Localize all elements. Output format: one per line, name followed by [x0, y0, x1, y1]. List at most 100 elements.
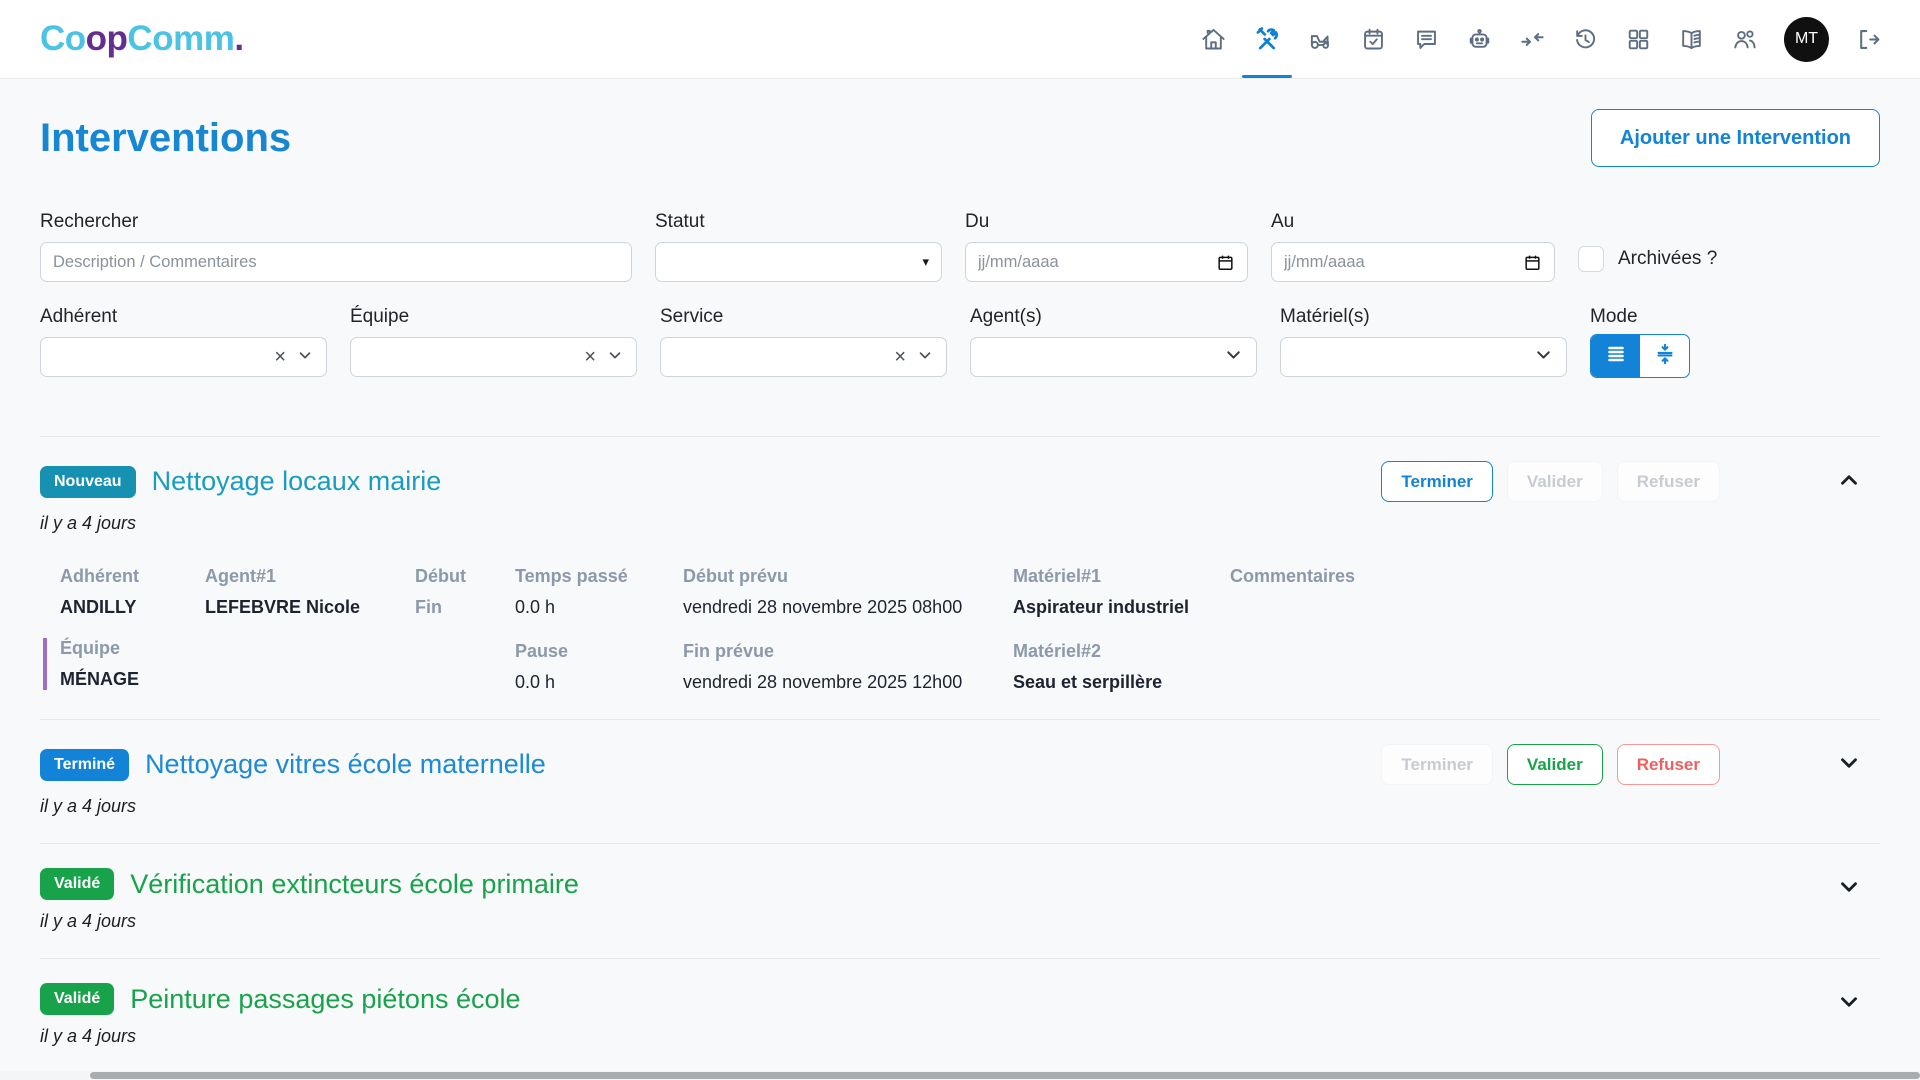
- nav-planning[interactable]: [1360, 0, 1387, 78]
- fin-prevue-label: Fin prévue: [683, 641, 1013, 662]
- refuser-button[interactable]: Refuser: [1617, 744, 1720, 785]
- intervention-age: il y a 4 jours: [40, 1026, 1880, 1047]
- chevron-down-icon: [296, 346, 314, 369]
- nav-logout[interactable]: [1855, 0, 1882, 78]
- nav-profile[interactable]: MT: [1784, 0, 1829, 78]
- intervention-title[interactable]: Nettoyage locaux mairie: [152, 466, 442, 497]
- chevron-down-icon[interactable]: [1836, 750, 1862, 781]
- au-date-input[interactable]: [1284, 243, 1523, 281]
- tools-icon: [1253, 25, 1281, 53]
- details-col-debut-fin: Début Fin: [415, 566, 515, 618]
- terminer-button: Terminer: [1381, 744, 1493, 785]
- nav-messages[interactable]: [1413, 0, 1440, 78]
- agents-select[interactable]: [970, 337, 1257, 377]
- chevron-up-icon[interactable]: [1836, 467, 1862, 498]
- intervention-title[interactable]: Peinture passages piétons école: [130, 984, 520, 1015]
- materiel2-value: Seau et serpillère: [1013, 672, 1230, 693]
- temps-passe-value: 0.0 h: [515, 597, 683, 618]
- filter-adherent: Adhérent ×: [40, 306, 327, 378]
- fin-label: Fin: [415, 597, 515, 618]
- materiel1-label: Matériel#1: [1013, 566, 1230, 587]
- page-head: Interventions Ajouter une Intervention: [40, 109, 1880, 167]
- intervention-card: Validé Vérification extincteurs école pr…: [40, 844, 1880, 959]
- nav-modules[interactable]: [1625, 0, 1652, 78]
- chevron-down-icon[interactable]: [1836, 989, 1862, 1020]
- filter-materiels: Matériel(s): [1280, 306, 1567, 378]
- calendar-icon[interactable]: [1523, 253, 1542, 272]
- chevron-down-icon: [1223, 344, 1244, 370]
- adherent-select[interactable]: ×: [40, 337, 327, 377]
- pause-value: 0.0 h: [515, 672, 683, 693]
- calendar-check-icon: [1360, 26, 1387, 53]
- top-header: CoopComm.: [0, 0, 1920, 79]
- chat-icon: [1413, 26, 1440, 53]
- logo-part-3: Comm: [127, 19, 234, 58]
- service-label: Service: [660, 306, 947, 328]
- equipe-select[interactable]: ×: [350, 337, 637, 377]
- statut-label: Statut: [655, 211, 942, 233]
- filter-equipe: Équipe ×: [350, 306, 637, 378]
- status-badge: Validé: [40, 983, 114, 1015]
- search-input[interactable]: [53, 243, 619, 281]
- adherent-detail-label: Adhérent: [60, 566, 205, 587]
- equipe-detail-label: Équipe: [60, 638, 205, 659]
- agent1-label: Agent#1: [205, 566, 415, 587]
- intervention-details: Adhérent ANDILLY Équipe MÉNAGE Agent#1 L…: [40, 566, 1880, 693]
- clear-icon[interactable]: ×: [894, 347, 906, 367]
- nav-interventions[interactable]: [1253, 0, 1281, 78]
- chevron-down-icon: [606, 346, 624, 369]
- horizontal-scrollbar[interactable]: [0, 1071, 1920, 1080]
- nav-documentation[interactable]: [1678, 0, 1705, 78]
- intervention-age: il y a 4 jours: [40, 911, 1880, 932]
- history-icon: [1572, 26, 1599, 53]
- nav-home[interactable]: [1200, 0, 1227, 78]
- debut-prevu-label: Début prévu: [683, 566, 1013, 587]
- valider-button[interactable]: Valider: [1507, 744, 1603, 785]
- agents-label: Agent(s): [970, 306, 1257, 328]
- archivees-label: Archivées ?: [1618, 248, 1717, 270]
- nav-vehicles[interactable]: [1307, 0, 1334, 78]
- details-col-materiel: Matériel#1 Aspirateur industriel Matérie…: [1013, 566, 1230, 693]
- debut-label: Début: [415, 566, 515, 587]
- filters-panel: Rechercher Statut ▾ Du Au: [40, 211, 1880, 378]
- logo-part-2: op: [86, 19, 128, 58]
- scrollbar-thumb[interactable]: [90, 1072, 1920, 1079]
- nav-assistant[interactable]: [1466, 0, 1493, 78]
- chevron-down-icon[interactable]: [1836, 874, 1862, 905]
- au-date-input-wrap: [1271, 242, 1555, 282]
- app-logo[interactable]: CoopComm.: [40, 19, 244, 59]
- service-select[interactable]: ×: [660, 337, 947, 377]
- add-intervention-button[interactable]: Ajouter une Intervention: [1591, 109, 1880, 167]
- clear-icon[interactable]: ×: [584, 347, 596, 367]
- intervention-title[interactable]: Vérification extincteurs école primaire: [130, 869, 579, 900]
- nav-members[interactable]: [1731, 0, 1758, 78]
- list-icon: [1604, 342, 1628, 371]
- avatar[interactable]: MT: [1784, 17, 1829, 62]
- terminer-button[interactable]: Terminer: [1381, 461, 1493, 502]
- intervention-card: Nouveau Nettoyage locaux mairie Terminer…: [40, 437, 1880, 720]
- interventions-list: Nouveau Nettoyage locaux mairie Terminer…: [40, 436, 1880, 1074]
- nav-transfers[interactable]: [1519, 0, 1546, 78]
- materiel2-label: Matériel#2: [1013, 641, 1230, 662]
- du-date-input[interactable]: [978, 243, 1216, 281]
- chevron-down-icon: [1533, 344, 1554, 370]
- materiels-select[interactable]: [1280, 337, 1567, 377]
- card-actions: Terminer Valider Refuser: [1381, 744, 1720, 785]
- status-badge: Terminé: [40, 749, 129, 781]
- fin-prevue-value: vendredi 28 novembre 2025 12h00: [683, 672, 1013, 693]
- archivees-checkbox[interactable]: [1578, 246, 1604, 272]
- filter-au: Au: [1271, 211, 1555, 282]
- intervention-title[interactable]: Nettoyage vitres école maternelle: [145, 749, 546, 780]
- calendar-icon[interactable]: [1216, 253, 1235, 272]
- status-badge: Nouveau: [40, 466, 136, 498]
- nav-history[interactable]: [1572, 0, 1599, 78]
- mode-list-button[interactable]: [1591, 335, 1640, 377]
- clear-icon[interactable]: ×: [274, 347, 286, 367]
- au-label: Au: [1271, 211, 1555, 233]
- truck-icon: [1307, 26, 1334, 53]
- commentaires-label: Commentaires: [1230, 566, 1880, 587]
- mode-collapse-button[interactable]: [1640, 335, 1689, 377]
- logo-part-4: .: [234, 19, 243, 58]
- statut-select[interactable]: ▾: [655, 242, 942, 282]
- filter-mode: Mode: [1590, 306, 1880, 378]
